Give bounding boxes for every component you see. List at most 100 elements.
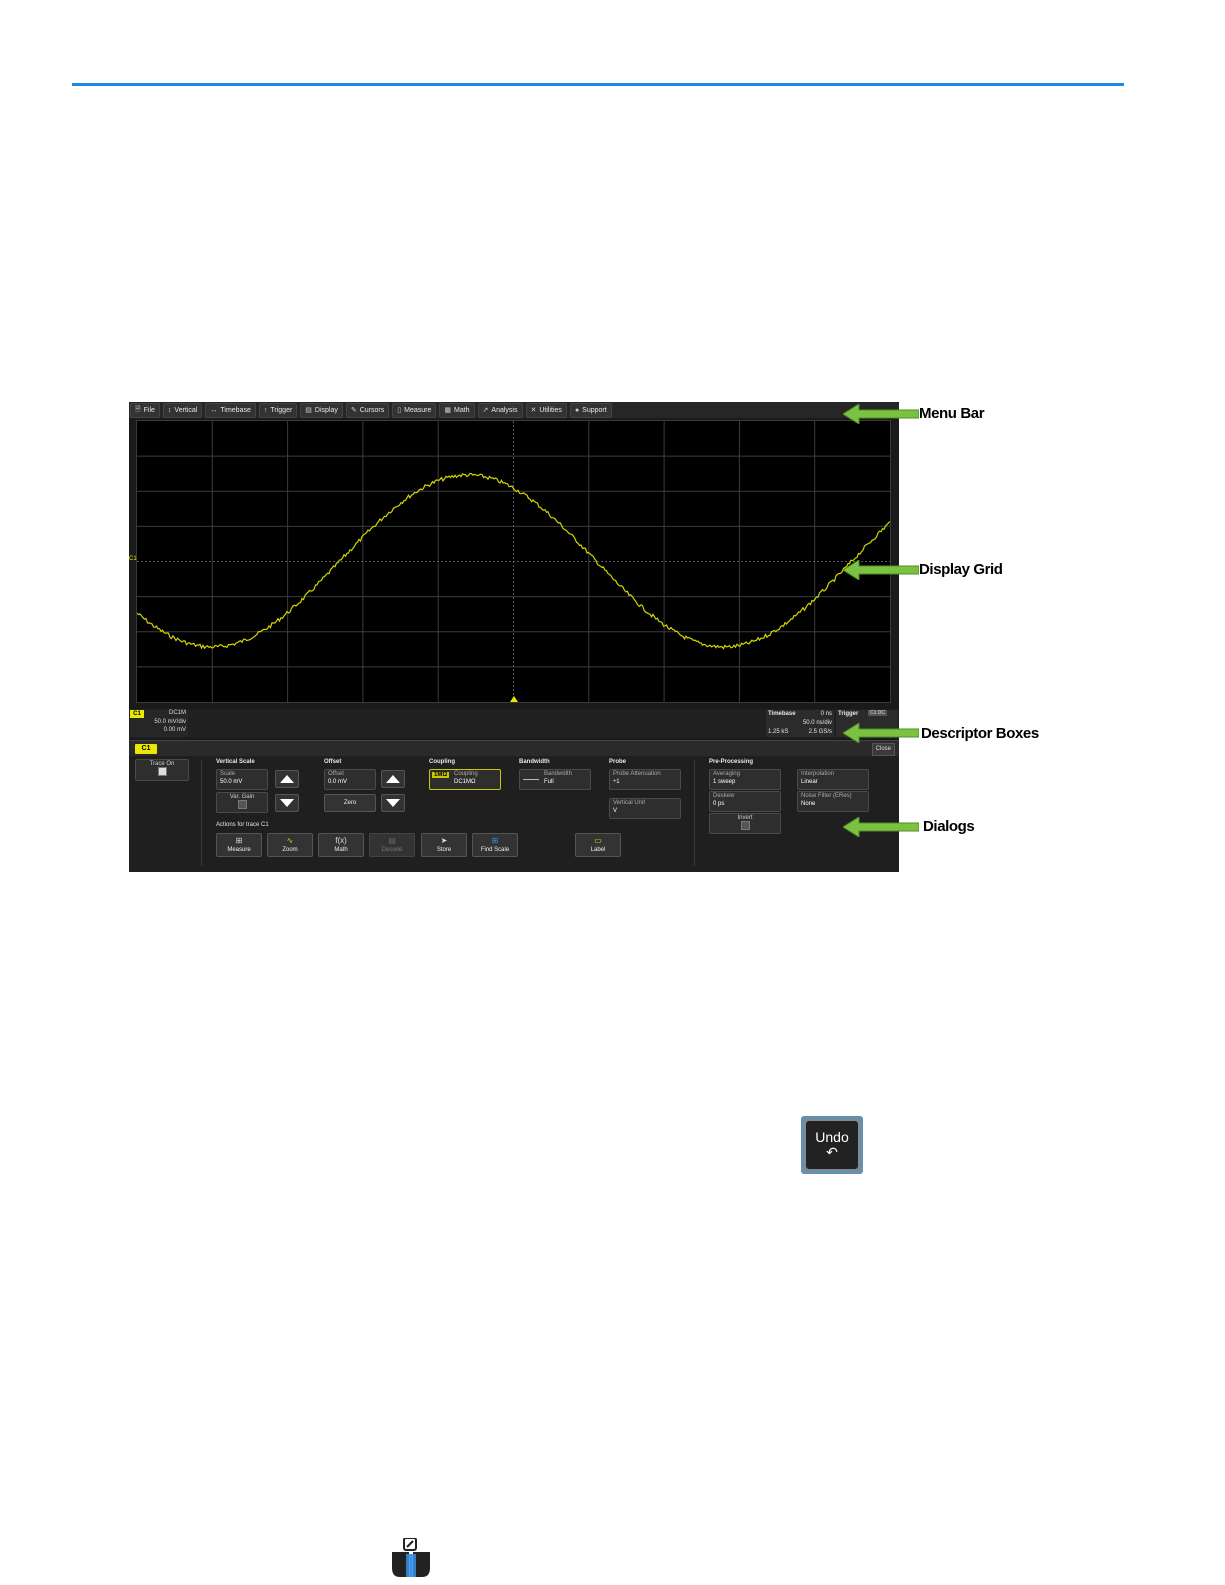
action-label: Label: [590, 847, 606, 853]
find-scale-icon: ⊞: [491, 836, 499, 845]
zero-button[interactable]: Zero: [324, 794, 376, 812]
probe-atten-label: Probe Attenuation: [613, 771, 661, 777]
coupling-title: Coupling: [429, 759, 455, 765]
menu-label: Trigger: [270, 406, 293, 414]
action-math-button[interactable]: f(x) Math: [318, 833, 364, 857]
zero-label: Zero: [343, 800, 357, 806]
noise-filter-field[interactable]: Noise Filter (ERes) None: [797, 791, 869, 812]
var-gain-checkbox[interactable]: Var. Gain: [216, 792, 268, 813]
vertical-icon: ↕: [167, 406, 172, 414]
checkbox-icon: [740, 821, 750, 830]
scale-down-button[interactable]: [275, 794, 299, 812]
offset-field[interactable]: Offset 0.0 mV: [324, 769, 376, 790]
menu-label: File: [143, 406, 155, 414]
deskew-field[interactable]: Deskew 0 ps: [709, 791, 781, 812]
zoom-icon: ∿: [286, 836, 294, 845]
annotation-descriptor-boxes: Descriptor Boxes: [921, 725, 1039, 742]
menu-utilities[interactable]: ✕ Utilities: [525, 402, 567, 418]
averaging-field[interactable]: Averaging 1 sweep: [709, 769, 781, 790]
tab-c1[interactable]: C1: [135, 744, 157, 754]
menu-cursors[interactable]: ✎ Cursors: [345, 402, 390, 418]
display-grid[interactable]: C1: [129, 420, 891, 703]
action-label-button[interactable]: ▭ Label: [575, 833, 621, 857]
c1-coupling: DC1M: [168, 710, 186, 716]
oscilloscope-screen: 🗎 File ↕ Vertical ↔ Timebase ↑ Trigger ▤ Disp…: [129, 402, 899, 872]
menu-file[interactable]: 🗎 File: [130, 402, 160, 418]
menu-analysis[interactable]: ↗ Analysis: [477, 402, 523, 418]
timebase-descriptor[interactable]: Timebase 0 ns 50.0 ns/div 1.25 kS 2.5 GS…: [766, 710, 834, 737]
scale-up-button[interactable]: [275, 770, 299, 788]
bandwidth-field[interactable]: Bandwidth Full: [519, 769, 591, 790]
invert-checkbox[interactable]: Invert: [709, 813, 781, 834]
coupling-field[interactable]: 1MΩ Coupling DC1MΩ: [429, 769, 501, 790]
display-icon: ▤: [305, 407, 312, 414]
action-find-scale-button[interactable]: ⊞ Find Scale: [472, 833, 518, 857]
trace-on-checkbox[interactable]: Trace On: [135, 759, 189, 781]
undo-button[interactable]: Undo ↶: [801, 1116, 863, 1174]
decode-icon: ▤: [388, 836, 396, 845]
annotation-dialogs: Dialogs: [923, 818, 975, 835]
menu-label: Vertical: [174, 406, 198, 414]
channel-ground-marker: C1: [129, 556, 137, 562]
timebase-icon: ↔: [210, 406, 218, 414]
coupling-badge: 1MΩ: [432, 772, 450, 778]
interpolation-field[interactable]: Interpolation Linear: [797, 769, 869, 790]
deskew-label: Deskew: [713, 793, 735, 799]
coupling-label: Coupling: [454, 771, 478, 777]
channel-dialog: Trace On Vertical Scale Scale 50.0 mV Va…: [129, 756, 899, 872]
averaging-value: 1 sweep: [713, 779, 736, 785]
vertical-unit-field[interactable]: Vertical Unit V: [609, 798, 681, 819]
menu-vertical[interactable]: ↕ Vertical: [162, 402, 203, 418]
scale-field[interactable]: Scale 50.0 mV: [216, 769, 268, 790]
descriptor-row: C1 DC1M 50.0 mV/div 0.00 mV Timebase 0 n…: [129, 709, 899, 738]
grid-svg: [137, 421, 890, 702]
scale-label: Scale: [220, 771, 236, 777]
annotation-display-grid: Display Grid: [919, 561, 1003, 578]
menu-measure[interactable]: ▯ Measure: [392, 402, 437, 418]
file-icon: 🗎: [135, 405, 141, 413]
action-decode-button[interactable]: ▤ Decode: [369, 833, 415, 857]
noise-value: None: [801, 801, 816, 807]
timebase-tdiv: 50.0 ns/div: [802, 720, 832, 726]
trigger-marker-icon: [510, 696, 518, 702]
menu-label: Display: [314, 406, 338, 414]
action-label: Decode: [381, 847, 403, 853]
menu-label: Support: [582, 406, 607, 414]
menu-support[interactable]: ● Support: [569, 402, 612, 418]
analysis-icon: ↗: [482, 407, 489, 414]
menu-display[interactable]: ▤ Display: [300, 402, 343, 418]
offset-label: Offset: [328, 771, 344, 777]
noise-label: Noise Filter (ERes): [801, 793, 852, 799]
menu-trigger[interactable]: ↑ Trigger: [258, 402, 298, 418]
interp-label: Interpolation: [801, 771, 835, 777]
brand-logo-icon: [392, 1538, 430, 1577]
c1-descriptor[interactable]: C1 DC1M 50.0 mV/div 0.00 mV: [130, 710, 188, 737]
action-label: Math: [334, 847, 348, 853]
action-measure-button[interactable]: ⊞ Measure: [216, 833, 262, 857]
checkbox-icon: [237, 800, 247, 809]
math-icon: f(x): [335, 836, 347, 845]
separator: [694, 760, 695, 866]
c1-tag: C1: [130, 710, 144, 718]
timebase-title: Timebase: [768, 711, 796, 717]
vertical-scale-title: Vertical Scale: [216, 759, 255, 765]
arrow-up-icon: [280, 775, 294, 783]
probe-atten-value: ÷1: [613, 779, 620, 785]
offset-down-button[interactable]: [381, 794, 405, 812]
action-zoom-button[interactable]: ∿ Zoom: [267, 833, 313, 857]
separator: [201, 760, 202, 866]
dialog-tab-row: C1 Close: [129, 740, 899, 756]
c1-offset: 0.00 mV: [163, 727, 186, 733]
averaging-label: Averaging: [713, 771, 740, 777]
probe-attenuation-field[interactable]: Probe Attenuation ÷1: [609, 769, 681, 790]
trigger-badge: C1 DC: [868, 710, 888, 716]
menu-timebase[interactable]: ↔ Timebase: [205, 402, 256, 418]
measure-icon: ▯: [397, 407, 402, 414]
offset-up-button[interactable]: [381, 770, 405, 788]
menu-math[interactable]: ▦ Math: [439, 402, 475, 418]
close-button[interactable]: Close: [871, 743, 895, 756]
vertical-unit-label: Vertical Unit: [613, 800, 646, 806]
action-label: Store: [436, 847, 452, 853]
action-store-button[interactable]: ➤ Store: [421, 833, 467, 857]
menu-label: Cursors: [359, 406, 385, 414]
